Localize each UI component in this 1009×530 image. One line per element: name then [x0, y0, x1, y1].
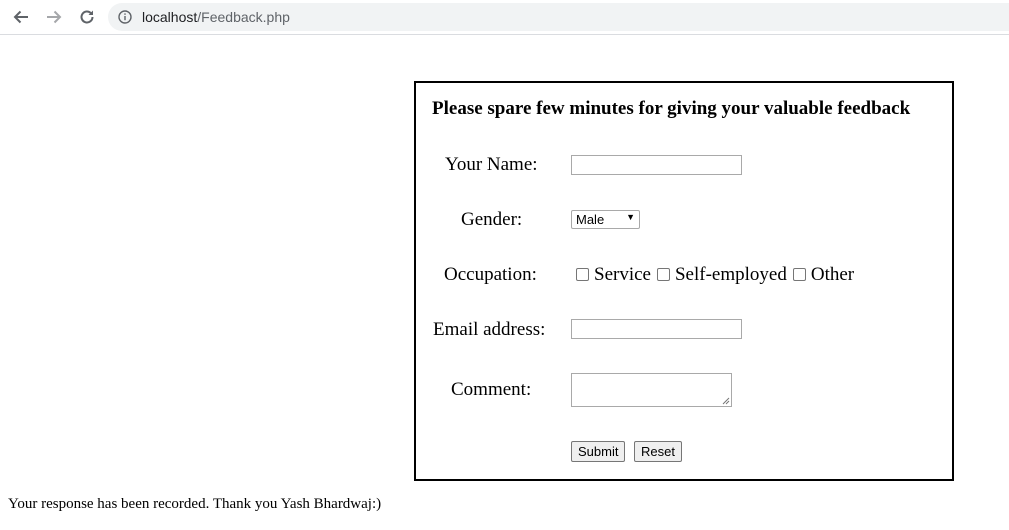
- form-title: Please spare few minutes for giving your…: [432, 98, 911, 119]
- self-employed-checkbox[interactable]: [656, 267, 670, 281]
- status-message: Your response has been recorded. Thank y…: [8, 496, 382, 512]
- submit-button[interactable]: Submit: [571, 441, 626, 462]
- service-checkbox[interactable]: [576, 267, 589, 281]
- url-text: localhost/Feedback.php: [142, 9, 290, 25]
- service-option-label: Service: [594, 264, 651, 285]
- feedback-form: Please spare few minutes for giving your…: [414, 81, 954, 481]
- occupation-label: Occupation:: [444, 264, 537, 285]
- resize-grip-icon[interactable]: [722, 397, 730, 405]
- self-employed-option-label: Self-employed: [674, 264, 787, 285]
- back-arrow-icon[interactable]: [10, 6, 32, 28]
- name-label: Your Name:: [445, 154, 538, 175]
- email-input[interactable]: [571, 319, 742, 339]
- chevron-down-icon: ▼: [626, 212, 635, 222]
- name-input[interactable]: [571, 155, 742, 175]
- occupation-options: Service Self-employed Other: [576, 263, 860, 287]
- browser-toolbar: localhost/Feedback.php: [0, 0, 1009, 35]
- url-host: localhost: [142, 9, 198, 25]
- forward-arrow-icon[interactable]: [43, 6, 65, 28]
- other-option-label: Other: [810, 264, 855, 285]
- comment-label: Comment:: [451, 379, 532, 400]
- info-icon[interactable]: [118, 10, 132, 29]
- reload-icon[interactable]: [76, 6, 98, 28]
- gender-select[interactable]: Male ▼: [571, 210, 640, 229]
- gender-label: Gender:: [461, 209, 523, 230]
- gender-selected-value: Male: [576, 212, 605, 227]
- reset-button[interactable]: Reset: [634, 441, 682, 462]
- address-bar[interactable]: localhost/Feedback.php: [108, 3, 1009, 31]
- other-checkbox[interactable]: [792, 267, 806, 281]
- url-path: /Feedback.php: [197, 9, 290, 25]
- comment-textarea[interactable]: [571, 373, 732, 407]
- email-label: Email address:: [433, 319, 546, 340]
